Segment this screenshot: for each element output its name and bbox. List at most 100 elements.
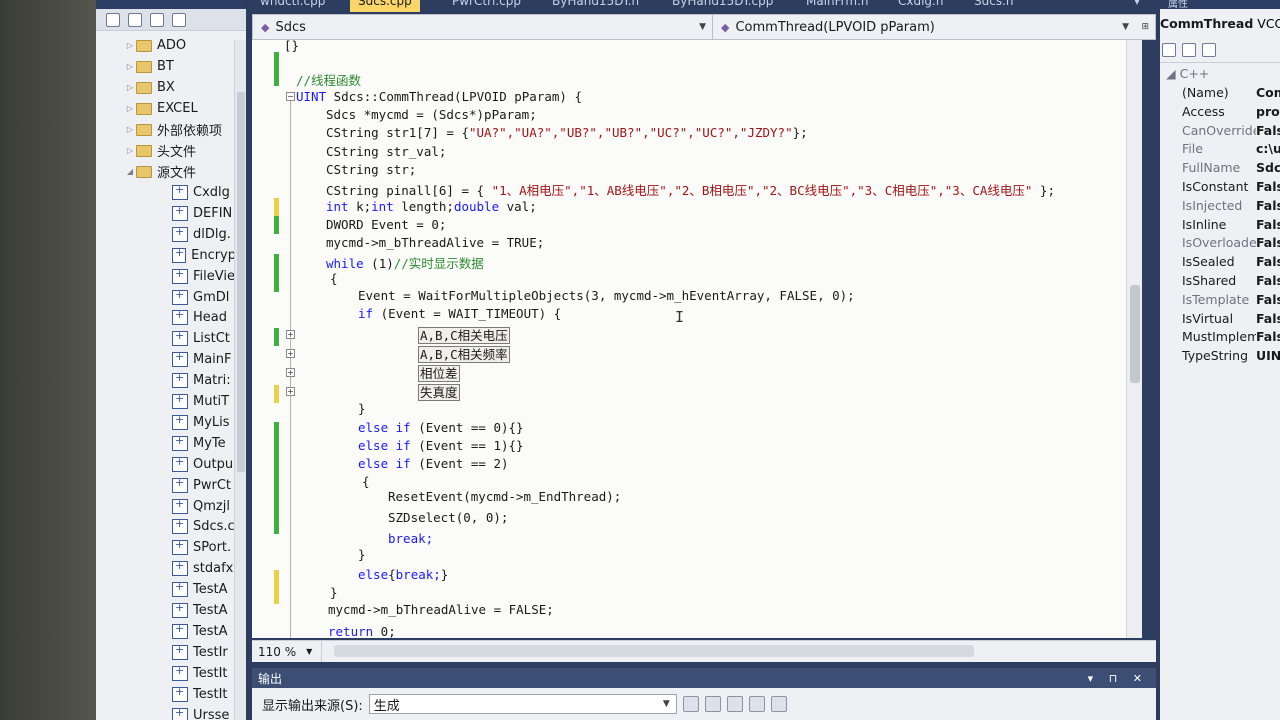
- property-row[interactable]: CanOverrideFals: [1160, 123, 1280, 142]
- tree-file-item[interactable]: Encryp: [96, 245, 236, 266]
- tree-folder-bt[interactable]: ▷ BT: [96, 56, 236, 77]
- tab-sdcs-cpp[interactable]: Sdcs.cpp: [350, 0, 420, 12]
- tree-file-item[interactable]: PwrCt: [96, 475, 236, 496]
- clear-all-icon[interactable]: [748, 696, 765, 712]
- scrollbar-thumb[interactable]: [237, 92, 245, 472]
- tree-file-item[interactable]: Qmzjl: [96, 496, 236, 517]
- tree-folder-headers[interactable]: ▷ 头文件: [96, 140, 236, 161]
- expand-toggle-icon[interactable]: +: [286, 387, 295, 396]
- tree-folder-sources[interactable]: ◢ 源文件: [96, 161, 236, 182]
- property-pages-icon[interactable]: [1202, 42, 1216, 57]
- expand-toggle-icon[interactable]: +: [286, 368, 295, 377]
- sync-icon[interactable]: [128, 12, 142, 27]
- property-row[interactable]: IsInjected Fals: [1160, 198, 1280, 217]
- tree-file-item[interactable]: SPort.: [96, 537, 236, 558]
- class-scope-dropdown[interactable]: ◆ Sdcs ▼: [253, 15, 713, 39]
- tree-file-item[interactable]: Matri:: [96, 370, 236, 391]
- tree-file-item[interactable]: Head: [96, 307, 236, 328]
- tree-folder-excel[interactable]: ▷ EXCEL: [96, 98, 236, 119]
- prev-message-icon[interactable]: [704, 696, 721, 712]
- tree-folder-ado[interactable]: ▷ ADO: [96, 35, 236, 56]
- expand-toggle-icon[interactable]: +: [286, 349, 295, 358]
- tree-file-item[interactable]: TestIt: [96, 663, 236, 684]
- expand-toggle-icon[interactable]: +: [286, 330, 295, 339]
- alphabetical-icon[interactable]: [1182, 42, 1196, 57]
- property-row[interactable]: MustImplementFals: [1160, 329, 1280, 348]
- collapsed-region[interactable]: 失真度: [418, 382, 460, 401]
- tab-cxdlg-h[interactable]: Cxdlg.h: [890, 0, 951, 12]
- expand-arrow-icon[interactable]: ▷: [124, 146, 136, 155]
- property-row[interactable]: (Name) Com: [1160, 85, 1280, 104]
- tab-pwrctrl-cpp[interactable]: PwrCtrl.cpp: [444, 0, 529, 12]
- tree-file-item[interactable]: MainF: [96, 349, 236, 370]
- property-row[interactable]: File c:\u: [1160, 141, 1280, 160]
- tree-folder-bx[interactable]: ▷ BX: [96, 77, 236, 98]
- member-scope-label: CommThread(LPVOID pParam): [735, 19, 935, 35]
- member-scope-dropdown[interactable]: ◆ CommThread(LPVOID pParam) ▼ ⊞: [713, 15, 1155, 39]
- collapse-toggle-icon[interactable]: −: [286, 92, 295, 101]
- properties-category[interactable]: ◢ C++: [1160, 66, 1280, 85]
- editor-vertical-scrollbar[interactable]: [1126, 40, 1142, 638]
- expand-arrow-icon[interactable]: ▷: [124, 62, 136, 71]
- tree-file-item[interactable]: dlDlg.: [96, 224, 236, 245]
- view-class-icon[interactable]: [172, 12, 186, 27]
- tab-byhand15dy-cpp[interactable]: ByHand15DY.cpp: [664, 0, 781, 12]
- tree-file-item[interactable]: ListCt: [96, 328, 236, 349]
- next-message-icon[interactable]: [726, 696, 743, 712]
- categorized-icon[interactable]: [1162, 42, 1176, 57]
- tab-mainfrm-h[interactable]: MainFrm.h: [798, 0, 877, 12]
- property-row[interactable]: TypeString UIN: [1160, 348, 1280, 367]
- panel-window-controls[interactable]: ▾ ⊓ ✕: [1088, 672, 1148, 685]
- tree-file-item[interactable]: MutiT: [96, 391, 236, 412]
- editor-horizontal-scrollbar[interactable]: [334, 645, 974, 657]
- tab-overflow-dropdown[interactable]: ▾: [1126, 0, 1148, 12]
- expand-arrow-icon[interactable]: ▷: [124, 125, 136, 134]
- tab-wndctl-cpp[interactable]: wndctl.cpp: [252, 0, 333, 12]
- property-row[interactable]: IsTemplate Fals: [1160, 292, 1280, 311]
- property-row[interactable]: Access prot: [1160, 104, 1280, 123]
- tree-file-item[interactable]: TestIr: [96, 642, 236, 663]
- tree-file-item[interactable]: FileVie: [96, 266, 236, 287]
- output-source-dropdown[interactable]: 生成 ▼: [368, 694, 677, 714]
- tree-file-item[interactable]: Cxdlg: [96, 182, 236, 203]
- expand-arrow-icon[interactable]: ▷: [124, 83, 136, 92]
- solution-explorer-scrollbar[interactable]: [234, 40, 246, 720]
- collapsed-region[interactable]: 相位差: [418, 363, 460, 382]
- code-editor[interactable]: − + + + + [} //线程函数 UINT Sdcs::CommThrea…: [252, 40, 1142, 638]
- scrollbar-thumb[interactable]: [1130, 285, 1140, 383]
- collapse-arrow-icon[interactable]: ◢: [124, 167, 136, 176]
- expand-arrow-icon[interactable]: ▷: [124, 104, 136, 113]
- expand-arrow-icon[interactable]: ▷: [124, 41, 136, 50]
- tree-file-item[interactable]: Sdcs.c: [96, 516, 236, 537]
- tree-file-item[interactable]: Outpu: [96, 454, 236, 475]
- property-row[interactable]: IsConstant Fals: [1160, 179, 1280, 198]
- tree-file-item[interactable]: TestA: [96, 621, 236, 642]
- tab-byhand15dy-h[interactable]: ByHand15DY.h: [544, 0, 647, 12]
- split-view-icon[interactable]: ⊞: [1141, 22, 1149, 32]
- tree-file-item[interactable]: GmDl: [96, 287, 236, 308]
- property-row[interactable]: IsOverloadedFals: [1160, 235, 1280, 254]
- properties-object-header[interactable]: CommThread VCCo: [1160, 9, 1280, 37]
- tree-folder-external[interactable]: ▷ 外部依赖项: [96, 119, 236, 140]
- property-row[interactable]: FullName Sdcs: [1160, 160, 1280, 179]
- tree-file-item[interactable]: stdafx: [96, 558, 236, 579]
- tree-file-item[interactable]: TestA: [96, 579, 236, 600]
- find-message-icon[interactable]: [682, 696, 699, 712]
- zoom-dropdown[interactable]: 110 % ▼: [252, 641, 322, 662]
- collapsed-region[interactable]: A,B,C相关电压: [418, 325, 510, 344]
- properties-icon[interactable]: [150, 12, 164, 27]
- word-wrap-icon[interactable]: [770, 696, 787, 712]
- property-row[interactable]: IsSealed Fals: [1160, 254, 1280, 273]
- tree-file-item[interactable]: TestIt: [96, 684, 236, 705]
- property-row[interactable]: IsShared Fals: [1160, 273, 1280, 292]
- home-icon[interactable]: [106, 12, 120, 27]
- tree-file-item[interactable]: MyTe: [96, 433, 236, 454]
- tab-sdcs-h[interactable]: Sdcs.h: [966, 0, 1022, 12]
- tree-file-item[interactable]: DEFIN: [96, 203, 236, 224]
- tree-file-item[interactable]: Ursse: [96, 705, 236, 720]
- property-row[interactable]: IsInline Fals: [1160, 217, 1280, 236]
- collapsed-region[interactable]: A,B,C相关频率: [418, 344, 510, 363]
- tree-file-item[interactable]: TestA: [96, 600, 236, 621]
- property-row[interactable]: IsVirtual Fals: [1160, 311, 1280, 330]
- tree-file-item[interactable]: MyLis: [96, 412, 236, 433]
